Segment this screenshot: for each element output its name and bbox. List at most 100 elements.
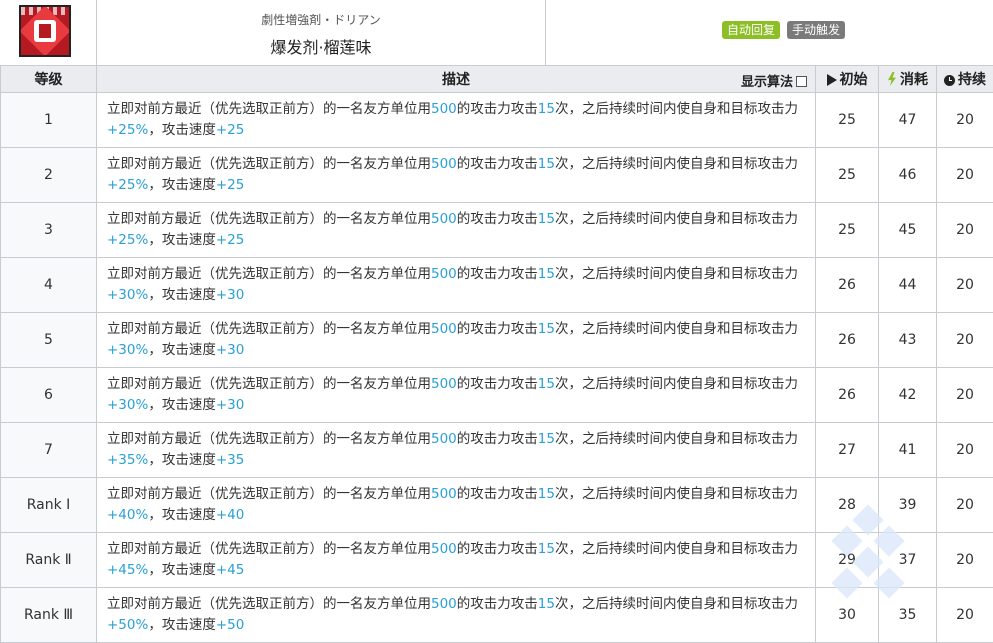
duration-cell: 20 [937, 533, 993, 588]
desc-value: +25% [107, 232, 148, 248]
tag-auto-recovery: 自动回复 [722, 21, 780, 39]
desc-value: 15 [538, 596, 555, 612]
desc-value: +30 [216, 342, 245, 358]
header-description-label: 描述 [442, 72, 470, 88]
desc-text: 次，之后持续时间内使自身和目标攻击力 [555, 541, 798, 557]
description-cell: 立即对前方最近（优先选取正前方）的一名友方单位用500的攻击力攻击15次，之后持… [97, 368, 816, 423]
level-cell: 5 [1, 313, 97, 368]
skill-icon [19, 5, 71, 57]
level-cell: Rank Ⅲ [1, 588, 97, 643]
table-row: 2立即对前方最近（优先选取正前方）的一名友方单位用500的攻击力攻击15次，之后… [1, 148, 993, 203]
table-row: 4立即对前方最近（优先选取正前方）的一名友方单位用500的攻击力攻击15次，之后… [1, 258, 993, 313]
skill-level-table: 等级 描述 显示算法 初始 消耗 持续 1立即对前方最近（优先选取正前方）的一名… [0, 65, 993, 643]
duration-cell: 20 [937, 588, 993, 643]
desc-text: ，攻击速度 [148, 342, 216, 358]
header-description: 描述 显示算法 [97, 66, 816, 93]
desc-value: +25 [216, 177, 245, 193]
description-cell: 立即对前方最近（优先选取正前方）的一名友方单位用500的攻击力攻击15次，之后持… [97, 478, 816, 533]
desc-text: 的攻击力攻击 [457, 101, 538, 117]
desc-value: 500 [431, 486, 457, 502]
tag-manual-trigger: 手动触发 [787, 21, 845, 39]
desc-value: +50% [107, 617, 148, 633]
level-cell: 2 [1, 148, 97, 203]
desc-value: 500 [431, 156, 457, 172]
show-formula-toggle[interactable]: 显示算法 [741, 71, 807, 90]
level-cell: Rank Ⅱ [1, 533, 97, 588]
desc-value: 15 [538, 321, 555, 337]
desc-value: +30% [107, 342, 148, 358]
desc-text: 次，之后持续时间内使自身和目标攻击力 [555, 156, 798, 172]
show-formula-label: 显示算法 [741, 75, 793, 90]
desc-text: 次，之后持续时间内使自身和目标攻击力 [555, 431, 798, 447]
description-cell: 立即对前方最近（优先选取正前方）的一名友方单位用500的攻击力攻击15次，之后持… [97, 588, 816, 643]
level-cell: Rank Ⅰ [1, 478, 97, 533]
desc-text: 次，之后持续时间内使自身和目标攻击力 [555, 596, 798, 612]
desc-value: +35 [216, 452, 245, 468]
desc-value: 15 [538, 156, 555, 172]
duration-cell: 20 [937, 148, 993, 203]
desc-text: 立即对前方最近（优先选取正前方）的一名友方单位用 [107, 541, 431, 557]
description-cell: 立即对前方最近（优先选取正前方）的一名友方单位用500的攻击力攻击15次，之后持… [97, 148, 816, 203]
desc-text: 立即对前方最近（优先选取正前方）的一名友方单位用 [107, 211, 431, 227]
duration-cell: 20 [937, 93, 993, 148]
initial-cell: 26 [816, 368, 879, 423]
table-row: 6立即对前方最近（优先选取正前方）的一名友方单位用500的攻击力攻击15次，之后… [1, 368, 993, 423]
desc-value: +30% [107, 397, 148, 413]
level-cell: 4 [1, 258, 97, 313]
skill-name-cell: 劇性増強剤・ドリアン 爆发剂·榴莲味 [97, 0, 546, 65]
header-initial-label: 初始 [840, 72, 868, 88]
header-level: 等级 [1, 66, 97, 93]
desc-text: 的攻击力攻击 [457, 431, 538, 447]
description-cell: 立即对前方最近（优先选取正前方）的一名友方单位用500的攻击力攻击15次，之后持… [97, 423, 816, 478]
desc-text: 立即对前方最近（优先选取正前方）的一名友方单位用 [107, 101, 431, 117]
desc-text: 立即对前方最近（优先选取正前方）的一名友方单位用 [107, 431, 431, 447]
desc-value: +25% [107, 122, 148, 138]
description-cell: 立即对前方最近（优先选取正前方）的一名友方单位用500的攻击力攻击15次，之后持… [97, 533, 816, 588]
header-cost-label: 消耗 [900, 72, 928, 88]
desc-value: 15 [538, 376, 555, 392]
desc-text: ，攻击速度 [148, 507, 216, 523]
initial-cell: 26 [816, 258, 879, 313]
initial-cell: 25 [816, 203, 879, 258]
desc-value: +25 [216, 232, 245, 248]
desc-value: 500 [431, 211, 457, 227]
cost-cell: 39 [879, 478, 937, 533]
desc-text: 的攻击力攻击 [457, 211, 538, 227]
header-cost: 消耗 [879, 66, 937, 93]
desc-text: 立即对前方最近（优先选取正前方）的一名友方单位用 [107, 596, 431, 612]
desc-value: +40% [107, 507, 148, 523]
show-formula-checkbox[interactable] [796, 76, 807, 87]
level-cell: 1 [1, 93, 97, 148]
desc-value: 15 [538, 211, 555, 227]
desc-value: +35% [107, 452, 148, 468]
desc-value: +30 [216, 397, 245, 413]
desc-value: 15 [538, 266, 555, 282]
play-icon [827, 74, 837, 86]
description-cell: 立即对前方最近（优先选取正前方）的一名友方单位用500的攻击力攻击15次，之后持… [97, 203, 816, 258]
header-duration: 持续 [937, 66, 993, 93]
desc-text: 的攻击力攻击 [457, 541, 538, 557]
desc-text: ，攻击速度 [148, 452, 216, 468]
desc-text: 次，之后持续时间内使自身和目标攻击力 [555, 486, 798, 502]
desc-value: +40 [216, 507, 245, 523]
header-initial: 初始 [816, 66, 879, 93]
desc-value: +30% [107, 287, 148, 303]
desc-text: ，攻击速度 [148, 122, 216, 138]
description-cell: 立即对前方最近（优先选取正前方）的一名友方单位用500的攻击力攻击15次，之后持… [97, 258, 816, 313]
description-cell: 立即对前方最近（优先选取正前方）的一名友方单位用500的攻击力攻击15次，之后持… [97, 313, 816, 368]
desc-text: 次，之后持续时间内使自身和目标攻击力 [555, 211, 798, 227]
cost-cell: 43 [879, 313, 937, 368]
lightning-icon [887, 72, 897, 86]
skill-icon-cell [0, 0, 97, 65]
table-row: 7立即对前方最近（优先选取正前方）的一名友方单位用500的攻击力攻击15次，之后… [1, 423, 993, 478]
desc-value: +25% [107, 177, 148, 193]
duration-cell: 20 [937, 478, 993, 533]
desc-value: 15 [538, 101, 555, 117]
desc-text: 次，之后持续时间内使自身和目标攻击力 [555, 266, 798, 282]
duration-cell: 20 [937, 258, 993, 313]
desc-text: 立即对前方最近（优先选取正前方）的一名友方单位用 [107, 376, 431, 392]
table-row: Rank Ⅰ立即对前方最近（优先选取正前方）的一名友方单位用500的攻击力攻击1… [1, 478, 993, 533]
desc-text: 的攻击力攻击 [457, 596, 538, 612]
skill-name-jp: 劇性増強剤・ドリアン [97, 11, 545, 28]
desc-value: 500 [431, 431, 457, 447]
